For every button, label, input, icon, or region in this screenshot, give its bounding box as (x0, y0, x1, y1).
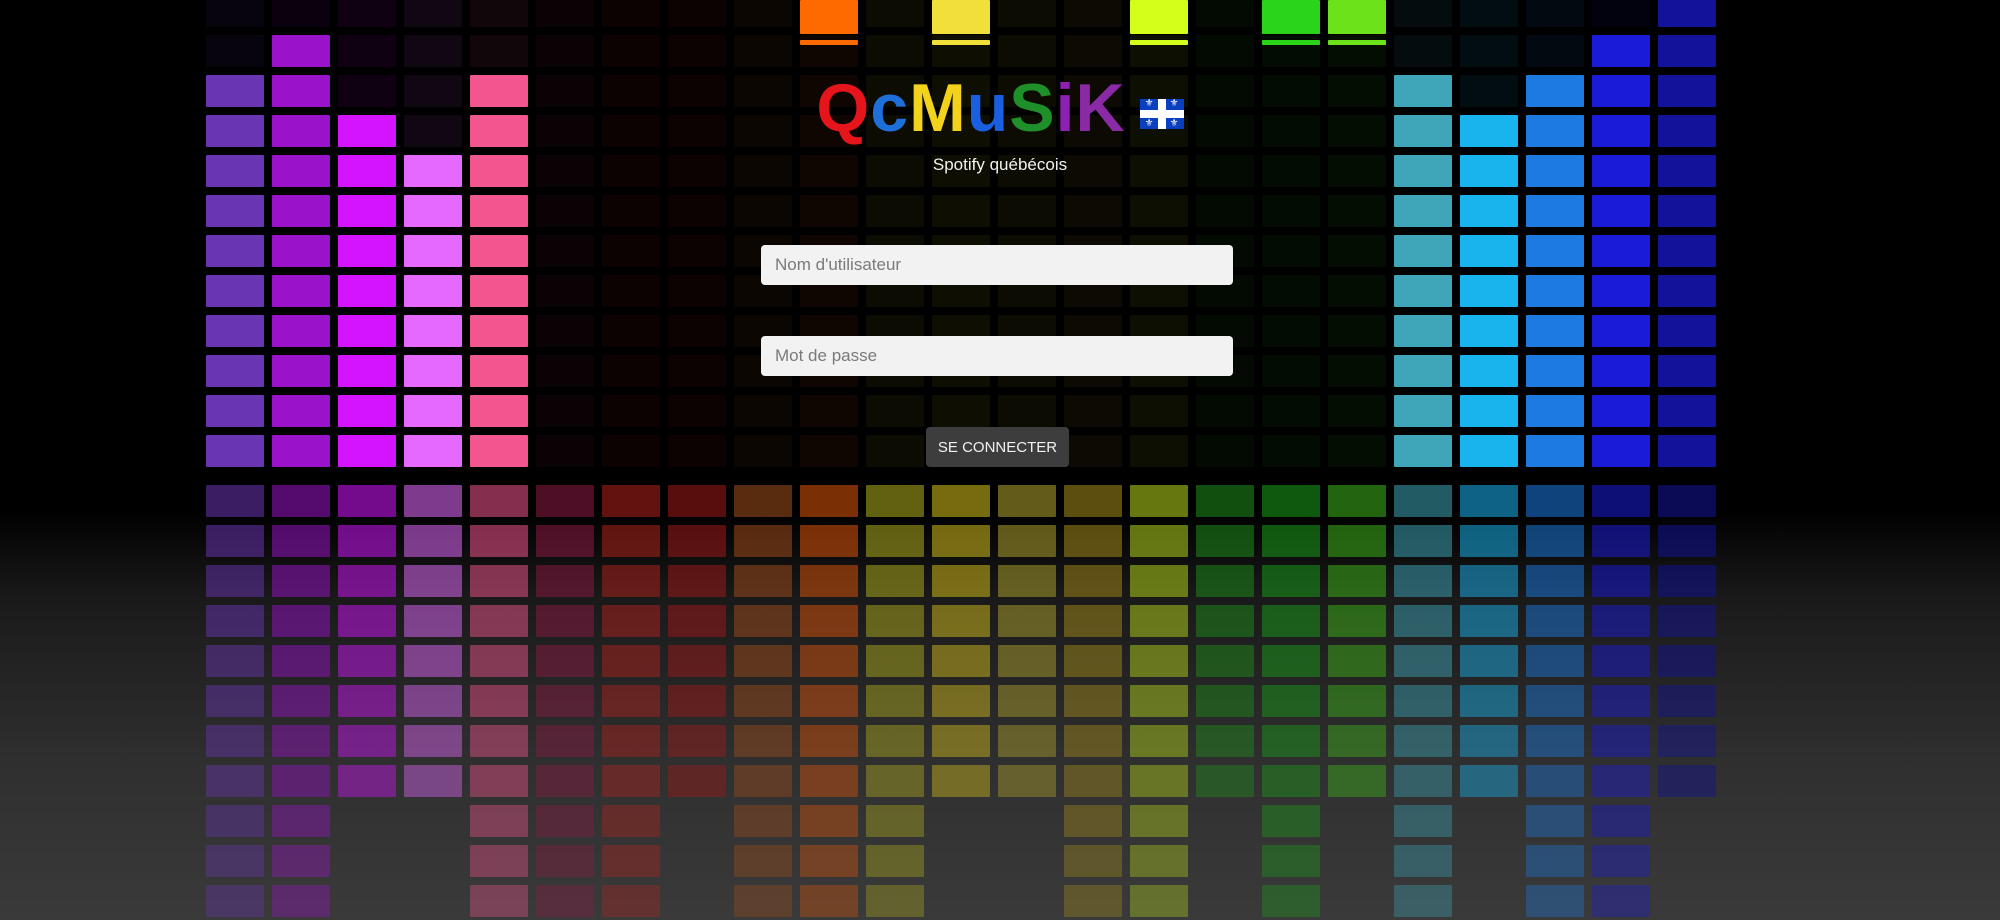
logo-letter: u (966, 70, 1010, 146)
username-input[interactable] (761, 245, 1233, 285)
quebec-flag-icon: ⚜ ⚜ ⚜ ⚜ (1139, 99, 1184, 129)
login-button[interactable]: SE CONNECTER (926, 427, 1069, 467)
password-input[interactable] (761, 336, 1233, 376)
logo-letter: S (1009, 70, 1056, 146)
logo-letter: M (909, 70, 967, 146)
app-logo-text: QcMuSiK (816, 74, 1125, 142)
logo-letter: i (1055, 70, 1076, 146)
logo-letter: Q (816, 70, 871, 146)
logo: QcMuSiK ⚜ ⚜ ⚜ ⚜ (0, 74, 2000, 142)
app-subtitle: Spotify québécois (932, 155, 1068, 174)
logo-letter: c (870, 70, 910, 146)
logo-letter: K (1075, 70, 1126, 146)
